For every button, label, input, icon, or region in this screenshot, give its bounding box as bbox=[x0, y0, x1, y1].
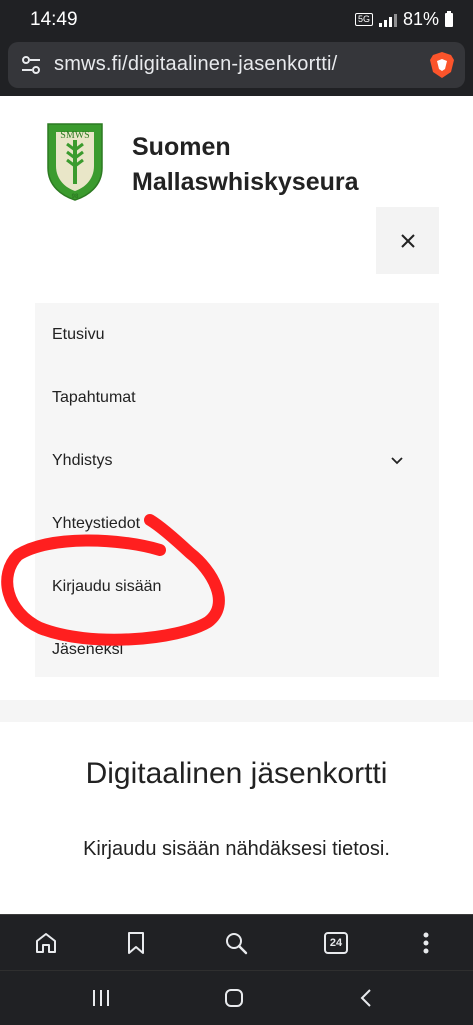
menu-item-label: Kirjaudu sisään bbox=[52, 577, 162, 595]
svg-text:SMWS: SMWS bbox=[60, 130, 89, 141]
menu-item-label: Jäseneksi bbox=[52, 640, 124, 658]
site-title-line1: Suomen bbox=[132, 133, 231, 161]
svg-text:98: 98 bbox=[72, 194, 79, 200]
more-vertical-icon bbox=[423, 932, 429, 954]
recent-apps-button[interactable] bbox=[87, 985, 115, 1011]
tabs-button[interactable]: 24 bbox=[322, 929, 350, 957]
menu-item-yhdistys[interactable]: Yhdistys bbox=[35, 429, 439, 492]
menu-item-yhteystiedot[interactable]: Yhteystiedot bbox=[35, 492, 439, 555]
chevron-down-icon[interactable] bbox=[391, 456, 403, 465]
more-menu-button[interactable] bbox=[412, 929, 440, 957]
battery-level: 81% bbox=[402, 9, 439, 29]
bookmark-icon bbox=[128, 932, 144, 954]
close-menu-button[interactable] bbox=[376, 207, 439, 274]
home-nav-icon bbox=[225, 989, 243, 1007]
home-icon bbox=[36, 933, 56, 953]
menu-item-jaseneksi[interactable]: Jäseneksi bbox=[35, 618, 439, 681]
menu-item-label: Etusivu bbox=[52, 325, 105, 343]
close-icon bbox=[400, 233, 415, 248]
menu-item-etusivu[interactable]: Etusivu bbox=[35, 303, 439, 366]
browser-top-chrome: 14:49 5G 81% smws.fi/digitaalinen-jasenk… bbox=[0, 0, 473, 96]
network-badge: 5G bbox=[354, 13, 373, 26]
bookmark-button[interactable] bbox=[122, 929, 150, 957]
menu-item-tapahtumat[interactable]: Tapahtumat bbox=[35, 366, 439, 429]
url-text[interactable]: smws.fi/digitaalinen-jasenkortti/ bbox=[54, 53, 337, 76]
menu-item-kirjaudu[interactable]: Kirjaudu sisään bbox=[35, 555, 439, 618]
search-icon bbox=[226, 933, 248, 955]
menu-item-label: Yhteystiedot bbox=[52, 514, 141, 532]
battery-icon bbox=[445, 10, 453, 27]
system-nav-bar bbox=[0, 970, 473, 1025]
smws-logo[interactable]: SMWS 98 bbox=[46, 122, 104, 202]
menu-item-label: Yhdistys bbox=[52, 451, 113, 469]
search-button[interactable] bbox=[222, 929, 250, 957]
section-divider bbox=[0, 700, 473, 722]
site-title-line2: Mallaswhiskyseura bbox=[132, 168, 359, 196]
menu-item-label: Tapahtumat bbox=[52, 388, 136, 406]
home-nav-button[interactable] bbox=[220, 985, 248, 1011]
page-title: Digitaalinen jäsenkortti bbox=[85, 757, 388, 790]
home-button[interactable] bbox=[32, 929, 60, 957]
recent-apps-icon bbox=[93, 990, 109, 1006]
signal-icon bbox=[378, 13, 397, 27]
nav-menu: Etusivu Tapahtumat Yhdistys Yhteystiedot… bbox=[35, 303, 439, 677]
status-indicators: 5G 81% bbox=[354, 9, 453, 30]
site-title[interactable]: Suomen Mallaswhiskyseura bbox=[132, 130, 359, 200]
page-subtitle: Kirjaudu sisään nähdäksesi tietosi. bbox=[83, 838, 390, 860]
browser-bottom-toolbar: 24 bbox=[0, 914, 473, 971]
url-bar[interactable]: smws.fi/digitaalinen-jasenkortti/ bbox=[8, 42, 465, 88]
status-time: 14:49 bbox=[30, 9, 78, 30]
site-settings-icon[interactable] bbox=[20, 55, 42, 75]
tab-count: 24 bbox=[324, 932, 348, 954]
brave-shield-icon[interactable] bbox=[429, 51, 455, 79]
back-icon bbox=[360, 989, 371, 1007]
back-button[interactable] bbox=[352, 985, 380, 1011]
